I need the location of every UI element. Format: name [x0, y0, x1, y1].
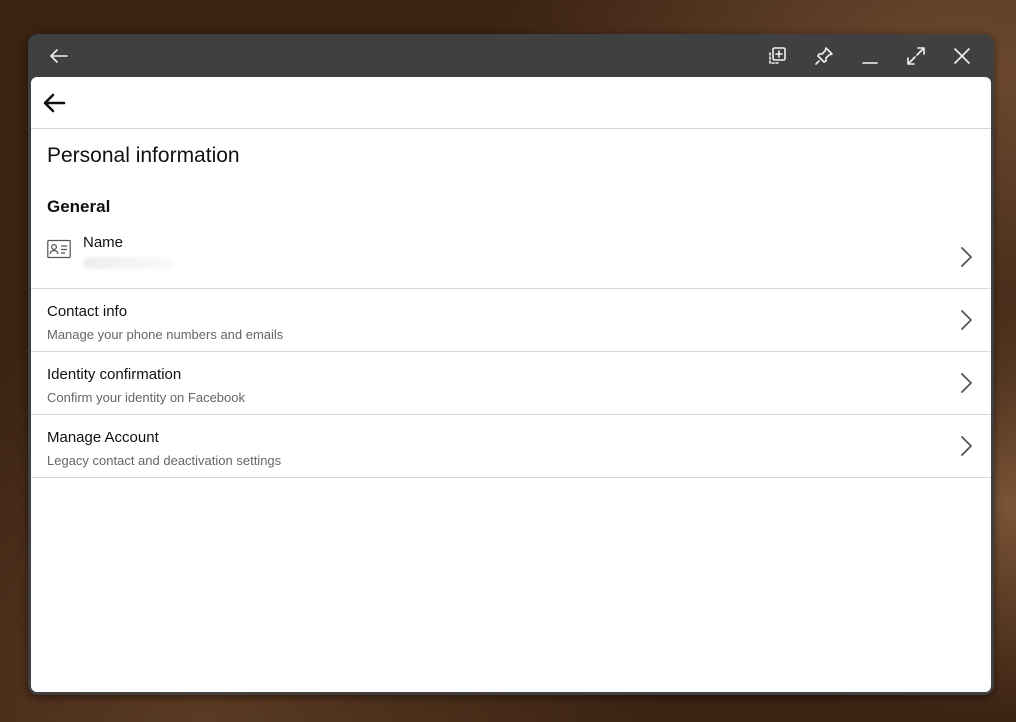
back-arrow-icon[interactable] [42, 91, 68, 115]
row-subtitle: Confirm your identity on Facebook [47, 390, 245, 405]
chevron-right-icon [959, 371, 973, 395]
manage-account-row[interactable]: Manage Account Legacy contact and deacti… [31, 415, 991, 478]
titlebar-back-icon[interactable] [48, 45, 70, 67]
id-card-icon [47, 239, 71, 259]
app-bar [31, 77, 991, 129]
close-icon[interactable] [951, 45, 973, 67]
identity-confirmation-row[interactable]: Identity confirmation Confirm your ident… [31, 352, 991, 415]
app-window: Personal information General Name Contac… [28, 34, 994, 695]
maximize-icon[interactable] [905, 45, 927, 67]
name-value-redacted [83, 257, 175, 269]
contact-info-row[interactable]: Contact info Manage your phone numbers a… [31, 289, 991, 352]
window-titlebar [28, 34, 994, 77]
section-heading-general: General [47, 197, 111, 216]
chevron-right-icon [959, 245, 973, 269]
row-title: Contact info [47, 303, 128, 320]
row-subtitle: Manage your phone numbers and emails [47, 327, 284, 342]
pin-icon[interactable] [813, 45, 835, 67]
minimize-icon[interactable] [859, 45, 881, 67]
chevron-right-icon [959, 308, 973, 332]
snapshot-icon[interactable] [766, 45, 788, 67]
content-panel: Personal information General Name Contac… [31, 77, 991, 692]
chevron-right-icon [959, 434, 973, 458]
row-title: Manage Account [47, 429, 159, 446]
row-title: Identity confirmation [47, 366, 182, 383]
row-subtitle: Legacy contact and deactivation settings [47, 453, 282, 468]
page-title: Personal information [47, 144, 240, 167]
name-row-label: Name [83, 234, 124, 251]
name-row[interactable]: Name [31, 226, 991, 289]
